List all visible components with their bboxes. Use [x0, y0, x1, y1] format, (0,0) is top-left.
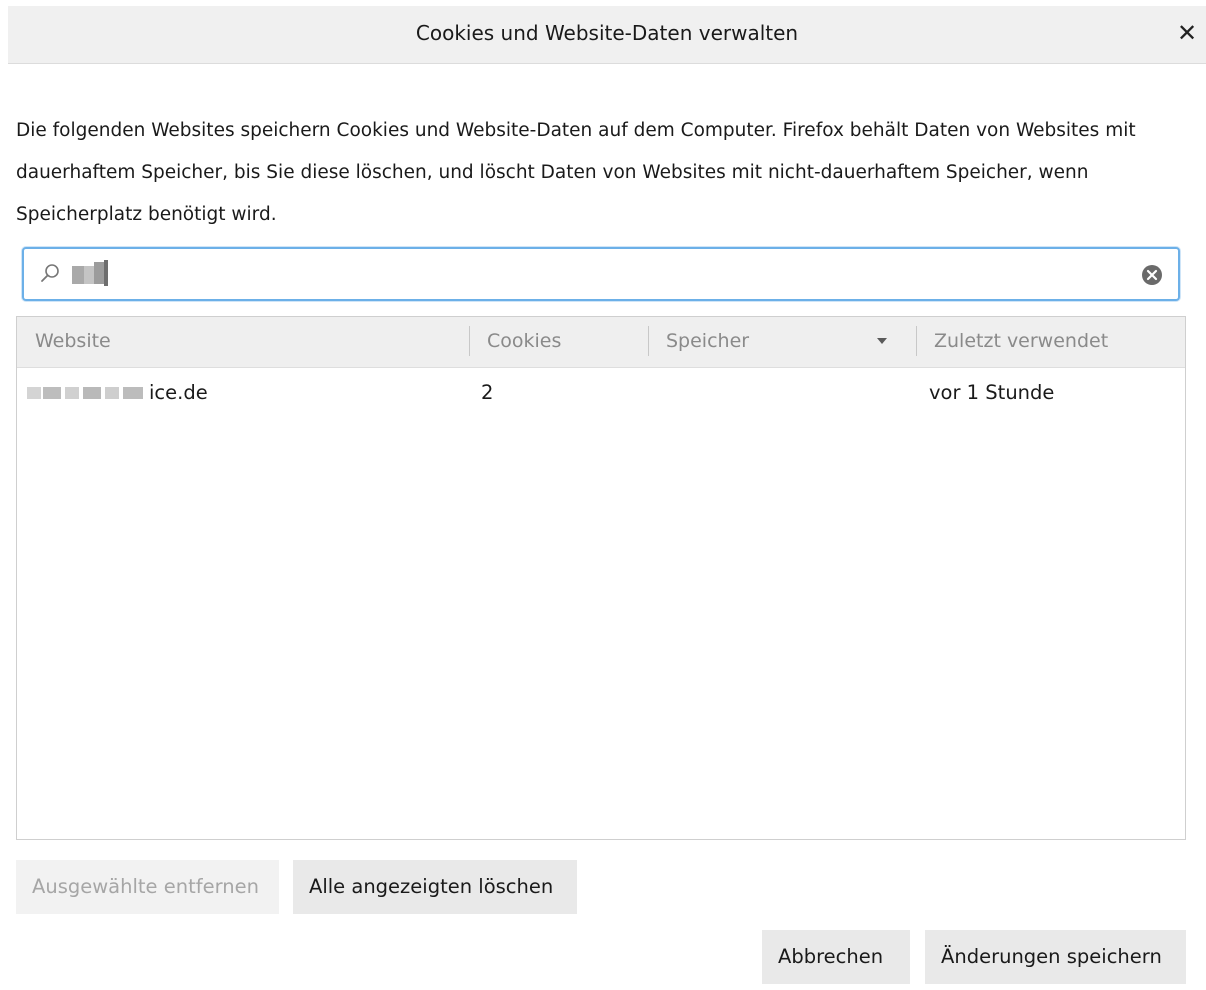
dialog-title: Cookies und Website-Daten verwalten — [415, 21, 799, 45]
column-separator[interactable] — [916, 326, 917, 356]
cancel-button[interactable]: Abbrechen — [762, 930, 910, 984]
row-website-domain: ice.de — [149, 381, 208, 404]
row-website: ice.de — [27, 381, 208, 404]
close-button[interactable]: ✕ — [1172, 18, 1202, 48]
column-header-cookies[interactable]: Cookies — [487, 330, 561, 352]
cookies-dialog: Cookies und Website-Daten verwalten ✕ Di… — [0, 0, 1206, 990]
clear-circle-icon[interactable] — [1140, 263, 1164, 287]
column-header-storage[interactable]: Speicher — [666, 330, 749, 352]
search-input[interactable] — [22, 247, 1180, 301]
remove-selected-button[interactable]: Ausgewählte entfernen — [16, 860, 279, 914]
close-icon: ✕ — [1176, 19, 1198, 47]
remove-all-shown-button[interactable]: Alle angezeigten löschen — [293, 860, 577, 914]
column-separator[interactable] — [648, 326, 649, 356]
search-icon — [41, 264, 59, 282]
table-row[interactable]: ice.de 2 vor 1 Stunde — [17, 369, 1185, 415]
column-separator[interactable] — [469, 326, 470, 356]
save-changes-button[interactable]: Änderungen speichern — [925, 930, 1186, 984]
table-header: Website Cookies Speicher Zuletzt verwend… — [17, 317, 1185, 368]
row-last-used: vor 1 Stunde — [929, 381, 1055, 404]
redacted-domain-prefix — [27, 382, 147, 402]
dialog-titlebar: Cookies und Website-Daten verwalten ✕ — [8, 6, 1206, 64]
sites-table: Website Cookies Speicher Zuletzt verwend… — [16, 316, 1186, 840]
dialog-description: Die folgenden Websites speichern Cookies… — [16, 120, 1136, 225]
row-cookies-count: 2 — [481, 381, 494, 404]
sort-descending-icon — [877, 338, 887, 344]
column-header-last-used[interactable]: Zuletzt verwendet — [934, 330, 1108, 352]
search-query-redacted — [72, 260, 132, 288]
column-header-website[interactable]: Website — [35, 330, 111, 352]
